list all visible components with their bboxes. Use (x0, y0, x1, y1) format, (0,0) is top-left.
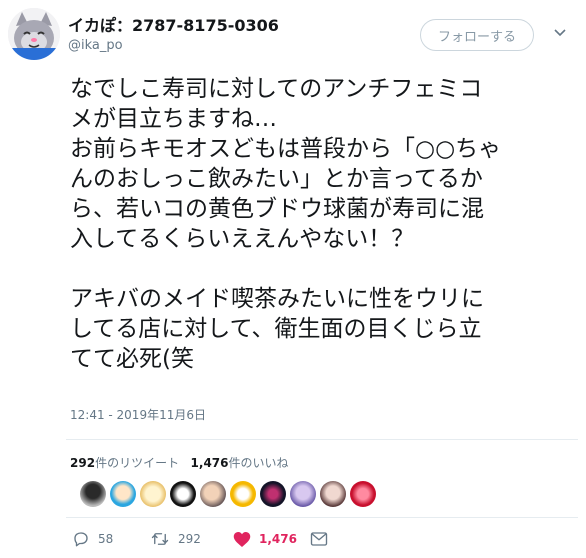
tweet-line: 入してるくらいええんやない！？ (70, 226, 415, 252)
reply-button[interactable]: 58 (72, 527, 113, 551)
reply-icon (74, 532, 88, 547)
retweet-button[interactable]: 292 (150, 527, 201, 551)
liker-avatars (80, 481, 376, 507)
tweet-line: てて必死(笑 (70, 346, 194, 372)
tweet-line: してる店に対して、衛生面の目くじら立 (70, 316, 482, 342)
direct-message-button[interactable] (310, 527, 328, 551)
user-handle[interactable]: @ika_po (68, 38, 123, 53)
tweet-line: ら、若いコの黄色ブドウ球菌が寿司に混 (70, 196, 484, 222)
tweet-timestamp[interactable]: 12:41 - 2019年11月6日 (70, 406, 206, 423)
liker-avatar[interactable] (200, 481, 226, 507)
liker-avatar[interactable] (110, 481, 136, 507)
user-avatar[interactable] (8, 8, 60, 60)
divider (66, 439, 578, 440)
message-icon (310, 532, 328, 546)
liker-avatar[interactable] (350, 481, 376, 507)
follow-button-label: フォローする (437, 29, 516, 45)
liker-avatar[interactable] (80, 481, 106, 507)
engagement-stats: 292件のリツイート 1,476件のいいね (70, 454, 289, 471)
liker-avatar[interactable] (230, 481, 256, 507)
tweet-actions: 58 292 1,476 (70, 527, 550, 551)
like-count: 1,476 (259, 532, 297, 546)
retweet-stat-count[interactable]: 292 (70, 456, 95, 470)
tweet-line: メが目立ちますね… (70, 106, 277, 132)
like-button[interactable]: 1,476 (233, 527, 297, 551)
follow-button[interactable]: フォローする (420, 19, 534, 51)
liker-avatar[interactable] (140, 481, 166, 507)
liker-avatar[interactable] (170, 481, 196, 507)
liker-avatar[interactable] (290, 481, 316, 507)
like-stat-label[interactable]: 件のいいね (229, 456, 289, 470)
tweet-line: お前らキモオスどもは普段から「○○ちゃ (70, 136, 502, 162)
heart-icon (233, 531, 251, 547)
reply-count: 58 (98, 532, 114, 546)
retweet-icon (151, 533, 169, 545)
caret-down-icon[interactable] (552, 24, 568, 40)
liker-avatar[interactable] (260, 481, 286, 507)
divider (66, 517, 578, 518)
like-stat-count[interactable]: 1,476 (191, 456, 229, 470)
tweet-text: なでしこ寿司に対してのアンチフェミコ メが目立ちますね… お前らキモオスどもは普… (70, 74, 580, 374)
retweet-count: 292 (178, 532, 201, 546)
tweet-line: んのおしっこ飲みたい」とか言ってるか (70, 166, 483, 192)
tweet-line: なでしこ寿司に対してのアンチフェミコ (70, 76, 483, 102)
user-display-name[interactable]: イカぽ：2787-8175-0306 (68, 12, 279, 36)
liker-avatar[interactable] (320, 481, 346, 507)
retweet-stat-label[interactable]: 件のリツイート (95, 456, 179, 470)
tweet-line: アキバのメイド喫茶みたいに性をウリに (70, 286, 484, 312)
